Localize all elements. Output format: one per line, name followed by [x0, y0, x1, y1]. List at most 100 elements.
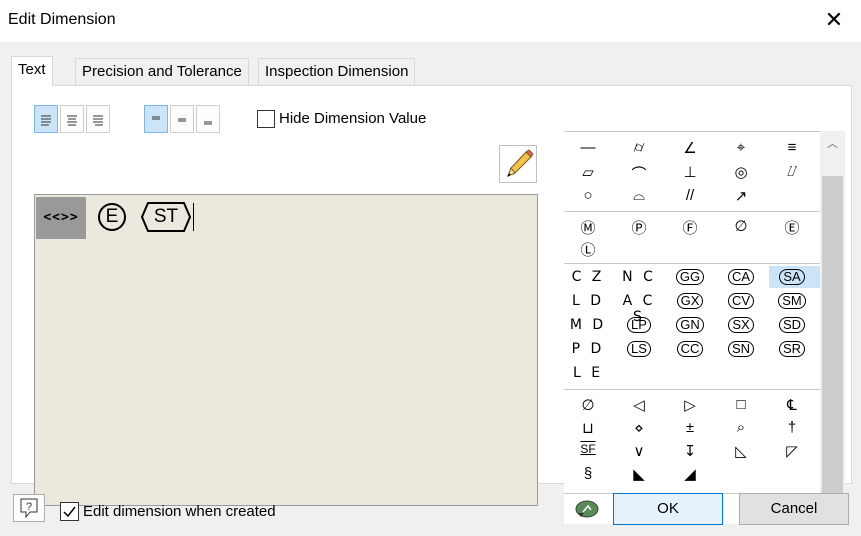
justify-center-button[interactable] — [60, 105, 84, 133]
valign-bottom-icon — [204, 121, 212, 125]
diameter-drafting-symbol[interactable]: ∅ — [568, 396, 608, 414]
symbol-cz[interactable]: C Z — [568, 269, 608, 285]
projected-zone-symbol[interactable]: Ⓟ — [619, 217, 659, 238]
plus-minus-symbol[interactable]: ± — [670, 419, 710, 436]
dimension-text-editor[interactable]: <<>> E ST — [34, 194, 538, 506]
symbol-sd[interactable]: SD — [772, 316, 812, 333]
angularity-symbol[interactable]: ∠ — [670, 139, 710, 157]
svg-text:?: ? — [26, 501, 32, 513]
symbol-ld[interactable]: L D — [568, 293, 608, 309]
align-left-icon — [41, 115, 51, 126]
symbol-palette-scrollbar[interactable]: ︿ ﹀ — [820, 131, 845, 524]
symbol-md[interactable]: M D — [568, 317, 608, 333]
symbol-gx[interactable]: GX — [670, 292, 710, 309]
text-tab-panel: Hide Dimension Value <<>> E ST — ⌭ ∠ ⌖ ≡… — [11, 85, 852, 524]
section-symbol[interactable]: § — [568, 465, 608, 482]
statistical-tolerance-symbol: ST — [141, 202, 191, 232]
tab-text[interactable]: Text — [11, 56, 53, 86]
symbol-gg[interactable]: GG — [670, 268, 710, 285]
diameter-symbol[interactable]: ∅ — [721, 217, 761, 235]
position-symbol[interactable]: ⌖ — [721, 139, 761, 156]
symbol-sn[interactable]: SN — [721, 340, 761, 357]
tab-precision-and-tolerance[interactable]: Precision and Tolerance — [75, 58, 249, 85]
justify-right-button[interactable] — [86, 105, 110, 133]
window-title: Edit Dimension — [8, 11, 116, 28]
symbol-sr[interactable]: SR — [772, 340, 812, 357]
help-button[interactable]: ? — [13, 494, 45, 522]
circularity-symbol[interactable]: ○ — [568, 187, 608, 204]
dagger-symbol[interactable]: † — [772, 419, 812, 436]
slope-symbol[interactable]: ◺ — [721, 442, 761, 460]
edit-when-created-label: Edit dimension when created — [83, 503, 276, 520]
help-icon: ? — [20, 498, 38, 519]
scroll-up-icon[interactable]: ︿ — [820, 135, 845, 151]
symbol-ca[interactable]: CA — [721, 268, 761, 285]
valign-middle-button[interactable] — [170, 105, 194, 133]
align-right-icon — [93, 115, 103, 126]
concentricity-symbol[interactable]: ◎ — [721, 163, 761, 181]
mmc-symbol[interactable]: Ⓜ — [568, 217, 608, 238]
ok-button[interactable]: OK — [613, 493, 723, 525]
slope-flat-symbol[interactable]: ◸ — [772, 442, 812, 460]
envelope-symbol[interactable]: Ⓔ — [772, 217, 812, 238]
symbol-lp[interactable]: LP — [619, 316, 659, 333]
centerline-symbol[interactable]: ℄ — [772, 396, 812, 414]
valign-bottom-button[interactable] — [196, 105, 220, 133]
insert-symbol-button[interactable] — [574, 499, 600, 519]
palette-divider — [564, 263, 822, 264]
free-state-symbol[interactable]: Ⓕ — [670, 217, 710, 238]
cylindricity-symbol[interactable]: ⌭ — [619, 139, 659, 156]
symbol-sx[interactable]: SX — [721, 316, 761, 333]
tab-inspection-dimension[interactable]: Inspection Dimension — [258, 58, 416, 85]
conical-taper-symbol[interactable]: ▷ — [670, 396, 710, 414]
symbol-cv[interactable]: CV — [721, 292, 761, 309]
straightness-symbol[interactable]: — — [568, 139, 608, 156]
symbol-nc[interactable]: N C — [619, 269, 659, 285]
text-cursor — [193, 203, 194, 231]
close-icon[interactable]: ✕ — [820, 6, 848, 34]
spherical-symbol[interactable]: SF — [568, 442, 608, 456]
degree-symbol[interactable]: ⋄ — [619, 419, 659, 437]
symbol-sm[interactable]: SM — [772, 292, 812, 309]
counterbore-symbol[interactable]: ⊔ — [568, 419, 608, 437]
arc-length-symbol[interactable]: ⌕ — [721, 419, 761, 436]
profile-of-line-symbol[interactable]: ⌒ — [619, 163, 659, 184]
flatness-symbol[interactable]: ▱ — [568, 163, 608, 181]
depth-symbol[interactable]: ↧ — [670, 442, 710, 460]
symbol-sa[interactable]: SA — [772, 268, 812, 285]
taper-left-symbol[interactable]: ◁ — [619, 396, 659, 414]
scrollbar-thumb[interactable] — [822, 176, 843, 498]
wedge-right-symbol[interactable]: ◢ — [670, 465, 710, 483]
countersink-symbol[interactable]: ∨ — [619, 442, 659, 460]
hide-dimension-value-label: Hide Dimension Value — [279, 110, 427, 127]
symbol-gn[interactable]: GN — [670, 316, 710, 333]
wedge-left-symbol[interactable]: ◣ — [619, 465, 659, 483]
dialog-client-area: Text Precision and Tolerance Inspection … — [0, 42, 861, 536]
symbol-cc[interactable]: CC — [670, 340, 710, 357]
envelope-requirement-symbol: E — [98, 203, 126, 231]
valign-middle-icon — [178, 118, 186, 122]
symbol-palette: — ⌭ ∠ ⌖ ≡ ▱ ⌒ ⊥ ◎ ⌰ ○ ⌓ // ↗ Ⓜ Ⓟ Ⓕ ∅ Ⓔ Ⓛ… — [564, 131, 822, 524]
lmc-symbol[interactable]: Ⓛ — [568, 239, 608, 260]
symmetry-symbol[interactable]: ≡ — [772, 139, 812, 156]
parallelism-symbol[interactable]: // — [670, 187, 710, 204]
symbol-pd[interactable]: P D — [568, 341, 608, 357]
pencil-icon — [507, 149, 534, 177]
palette-divider — [564, 131, 822, 132]
cancel-button[interactable]: Cancel — [739, 493, 849, 525]
square-symbol[interactable]: □ — [721, 396, 761, 413]
symbol-library-icon — [575, 500, 599, 518]
valign-top-button[interactable] — [144, 105, 168, 133]
perpendicularity-symbol[interactable]: ⊥ — [670, 163, 710, 181]
checkmark-icon — [63, 506, 76, 518]
symbol-le[interactable]: L E — [568, 365, 608, 381]
edit-when-created-checkbox[interactable] — [60, 502, 79, 521]
title-bar: Edit Dimension ✕ — [0, 0, 861, 42]
justify-left-button[interactable] — [34, 105, 58, 133]
symbol-ls[interactable]: LS — [619, 340, 659, 357]
profile-of-surface-symbol[interactable]: ⌓ — [619, 187, 659, 204]
circular-runout-symbol[interactable]: ↗ — [721, 187, 761, 205]
total-runout-symbol[interactable]: ⌰ — [772, 163, 812, 180]
text-format-button[interactable] — [499, 145, 537, 183]
hide-dimension-value-checkbox[interactable] — [257, 110, 275, 128]
